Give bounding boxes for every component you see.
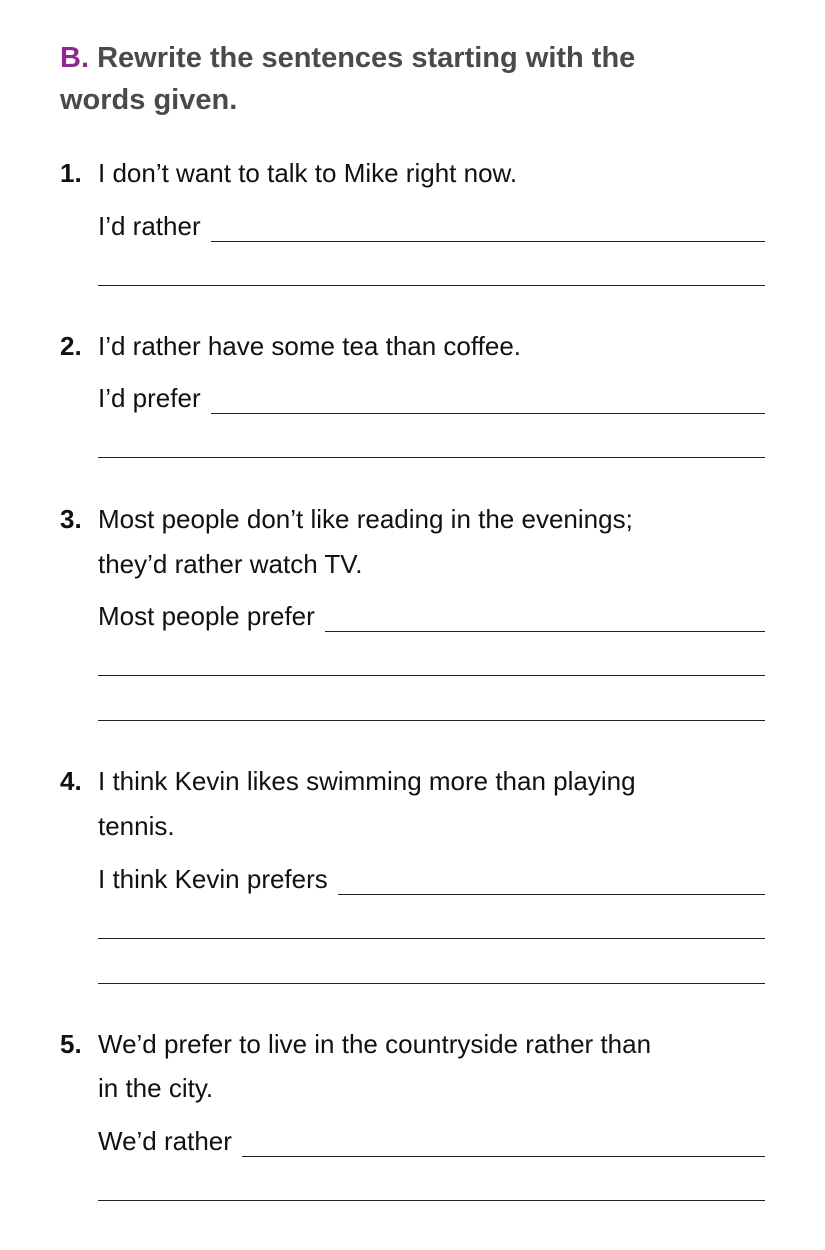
item-number: 3.	[60, 504, 82, 534]
answer-prefix: I’d prefer	[98, 383, 201, 413]
exercise-heading: B. Rewrite the sentences starting with t…	[60, 41, 635, 75]
item-sentence-continued: they’d rather watch TV.	[98, 549, 363, 579]
item-number: 5.	[60, 1029, 82, 1059]
answer-line[interactable]	[210, 215, 765, 242]
answer-line[interactable]	[98, 720, 765, 721]
answer-row: We’d rather	[98, 1126, 765, 1157]
heading-line-1: Rewrite the sentences starting with the	[97, 42, 636, 74]
answer-line[interactable]	[98, 457, 765, 458]
answer-row: Most people prefer	[98, 601, 765, 632]
answer-line[interactable]	[210, 387, 765, 414]
item-sentence: I think Kevin likes swimming more than p…	[98, 766, 636, 796]
item-sentence: I don’t want to talk to Mike right now.	[98, 158, 518, 188]
exercise-letter-dot: .	[80, 42, 90, 74]
answer-line[interactable]	[98, 285, 765, 286]
item-sentence: Most people don’t like reading in the ev…	[98, 504, 633, 534]
answer-prefix: I’d rather	[98, 211, 201, 241]
item-number: 1.	[60, 158, 82, 188]
answer-line[interactable]	[98, 983, 765, 984]
item-sentence-continued: in the city.	[98, 1073, 214, 1103]
item-number: 2.	[60, 331, 82, 361]
answer-prefix: We’d rather	[98, 1126, 232, 1156]
item-sentence: We’d prefer to live in the countryside r…	[98, 1029, 652, 1059]
answer-line[interactable]	[98, 1200, 765, 1201]
heading-line-2: words given.	[60, 84, 238, 116]
answer-row: I’d rather	[98, 211, 765, 242]
answer-row: I think Kevin prefers	[98, 864, 765, 895]
answer-line[interactable]	[241, 1130, 765, 1157]
answer-line[interactable]	[98, 675, 765, 676]
item-sentence: I’d rather have some tea than coffee.	[98, 331, 522, 361]
answer-prefix: I think Kevin prefers	[98, 864, 328, 894]
exercise-letter: B	[60, 42, 81, 74]
answer-row: I’d prefer	[98, 383, 765, 414]
answer-prefix: Most people prefer	[98, 601, 315, 631]
item-number: 4.	[60, 766, 82, 796]
answer-line[interactable]	[337, 868, 765, 895]
worksheet-page: B. Rewrite the sentences starting with t…	[0, 0, 825, 1250]
item-sentence-continued: tennis.	[98, 811, 175, 841]
answer-line[interactable]	[324, 605, 765, 632]
answer-line[interactable]	[98, 938, 765, 939]
